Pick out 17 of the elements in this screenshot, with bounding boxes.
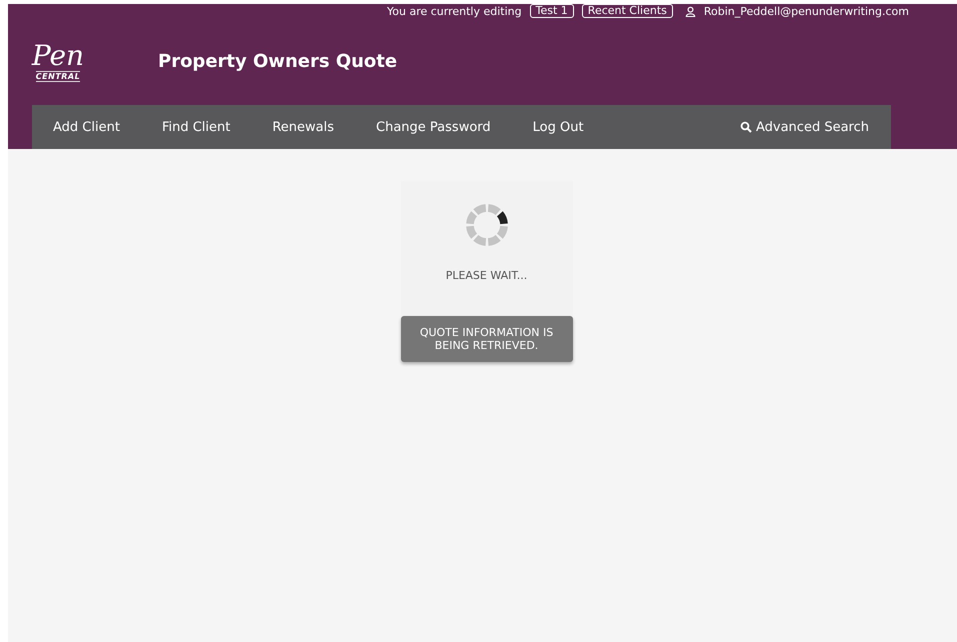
logo[interactable]: Pen CENTRAL: [28, 41, 88, 82]
user-email: Robin_Peddell@penunderwriting.com: [704, 4, 909, 18]
nav-link[interactable]: Add Client: [32, 120, 141, 134]
search-icon: [740, 121, 752, 133]
editing-label: You are currently editing: [387, 4, 522, 18]
loading-label: PLEASE WAIT...: [446, 269, 528, 282]
advanced-search-link[interactable]: Advanced Search: [718, 120, 891, 134]
status-message: QUOTE INFORMATION IS BEING RETRIEVED.: [400, 316, 572, 362]
nav-link[interactable]: Renewals: [251, 120, 356, 134]
nav-link[interactable]: Change Password: [355, 120, 512, 134]
recent-clients-link[interactable]: Recent Clients: [582, 4, 673, 18]
nav-link[interactable]: Log Out: [512, 120, 605, 134]
nav-link[interactable]: Find Client: [140, 120, 252, 134]
spinner-icon: [464, 203, 508, 247]
client-link[interactable]: Test 1: [530, 4, 574, 18]
page-title: Property Owners Quote: [158, 51, 398, 72]
user-icon: [684, 6, 696, 16]
